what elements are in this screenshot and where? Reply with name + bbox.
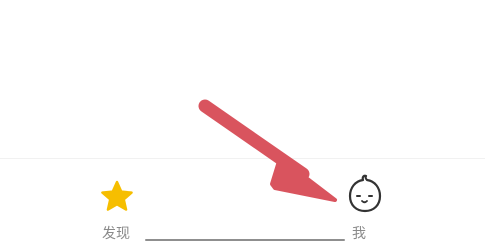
star-icon: [101, 180, 133, 211]
tab-discover[interactable]: 发现: [92, 178, 144, 242]
tab-discover-label: 发现: [102, 226, 130, 242]
home-indicator: [145, 239, 345, 241]
face-icon: [348, 174, 382, 213]
tab-me-label: 我: [352, 226, 366, 242]
arrow-icon: [198, 99, 337, 202]
screen: 发现 我: [0, 0, 485, 243]
tab-me[interactable]: 我: [343, 170, 385, 243]
